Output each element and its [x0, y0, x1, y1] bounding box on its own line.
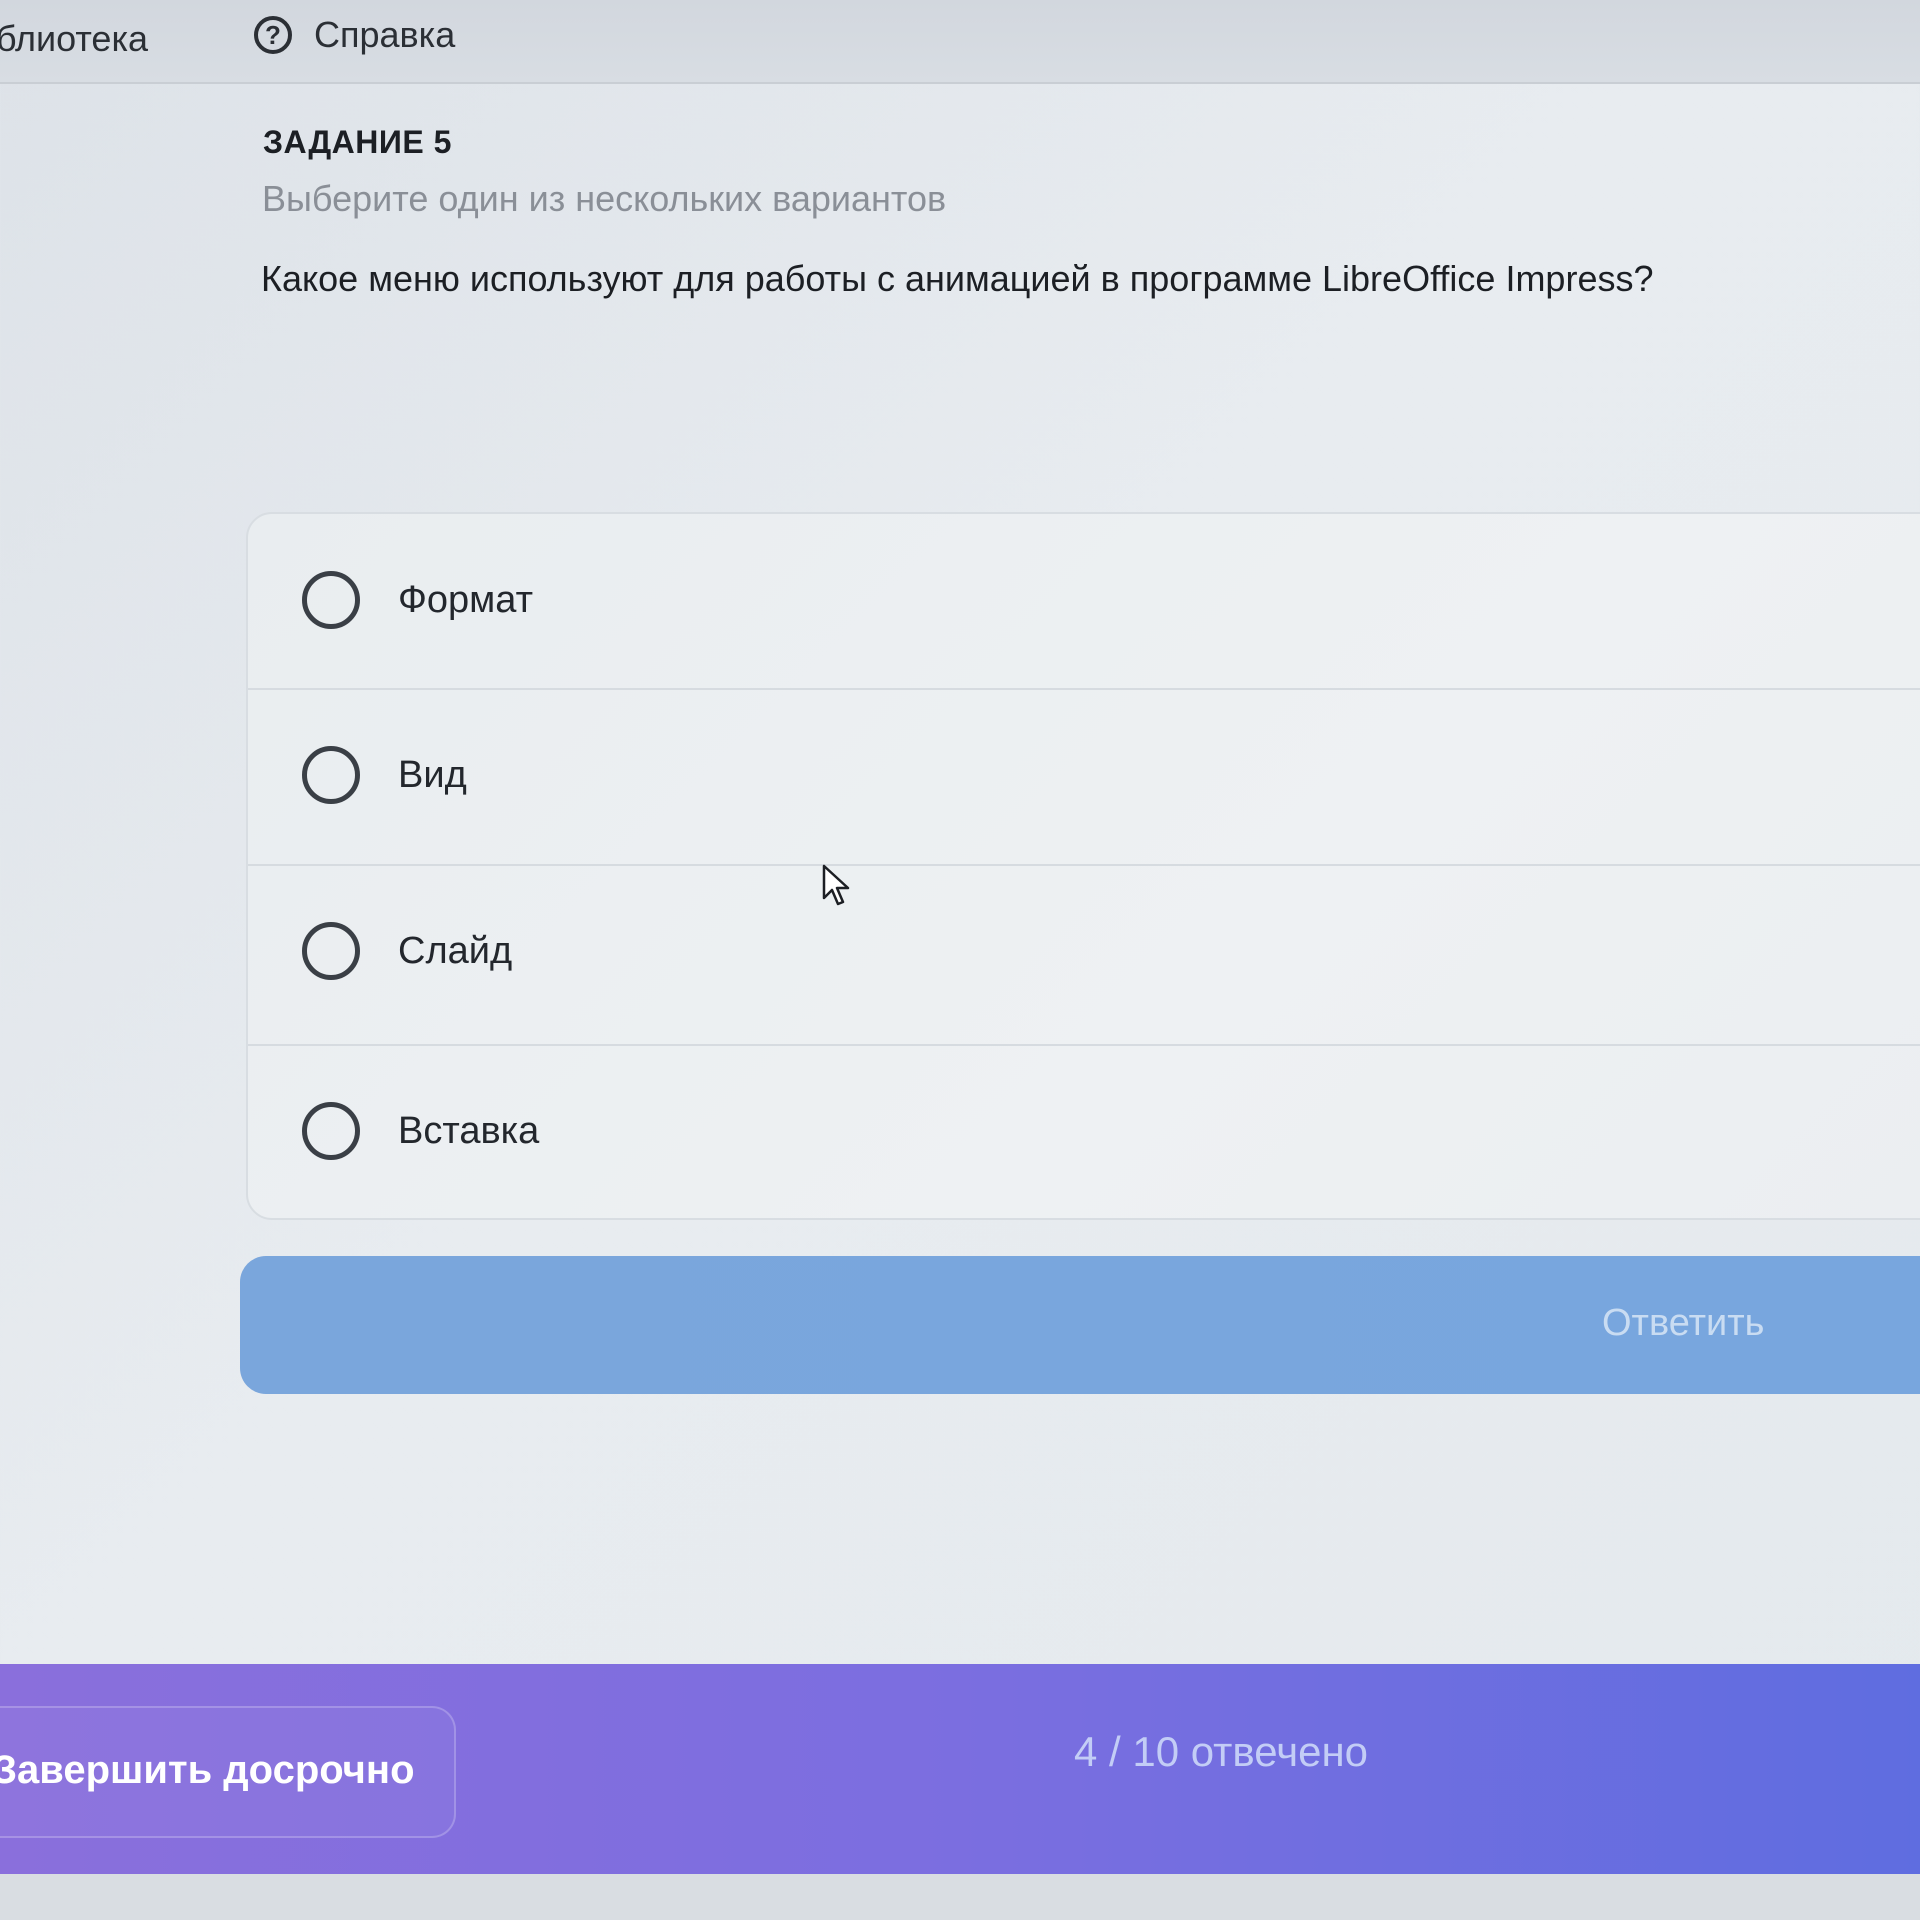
- nav-help-label: Справка: [314, 14, 456, 55]
- system-taskbar: [0, 1874, 1920, 1920]
- help-question-icon: ?: [254, 16, 292, 54]
- option-label: Формат: [398, 578, 533, 621]
- option-item-insert[interactable]: Вставка: [248, 1044, 1920, 1216]
- option-item-view[interactable]: Вид: [248, 688, 1920, 860]
- radio-button-icon[interactable]: [302, 1102, 360, 1160]
- option-item-format[interactable]: Формат: [248, 514, 1920, 686]
- finish-early-button[interactable]: Завершить досрочно: [0, 1706, 456, 1838]
- top-navigation-bar: блиотека ? Справка: [0, 0, 1920, 84]
- option-label: Вид: [398, 753, 467, 796]
- option-label: Вставка: [398, 1109, 540, 1152]
- answer-options-card: Формат Вид Слайд Вставка: [246, 512, 1920, 1220]
- mouse-pointer-icon: [822, 864, 850, 906]
- finish-early-label: Завершить досрочно: [0, 1748, 415, 1792]
- radio-button-icon[interactable]: [302, 571, 360, 629]
- task-number-heading: ЗАДАНИЕ 5: [263, 124, 452, 160]
- task-instruction-text: Выберите один из нескольких вариантов: [262, 178, 947, 219]
- option-label: Слайд: [398, 929, 513, 972]
- answer-submit-button[interactable]: Ответить: [240, 1256, 1920, 1394]
- nav-help-link[interactable]: ? Справка: [254, 14, 455, 56]
- radio-button-icon[interactable]: [302, 922, 360, 980]
- bottom-progress-bar: Завершить досрочно 4 / 10 отвечено: [0, 1664, 1920, 1874]
- radio-button-icon[interactable]: [302, 746, 360, 804]
- nav-library-label: блиотека: [0, 18, 149, 59]
- question-text: Какое меню используют для работы с анима…: [261, 258, 1654, 299]
- nav-library-link[interactable]: блиотека: [0, 18, 148, 60]
- option-item-slide[interactable]: Слайд: [248, 864, 1920, 1036]
- answer-button-label: Ответить: [1602, 1302, 1765, 1344]
- answered-progress-counter: 4 / 10 отвечено: [1074, 1728, 1369, 1775]
